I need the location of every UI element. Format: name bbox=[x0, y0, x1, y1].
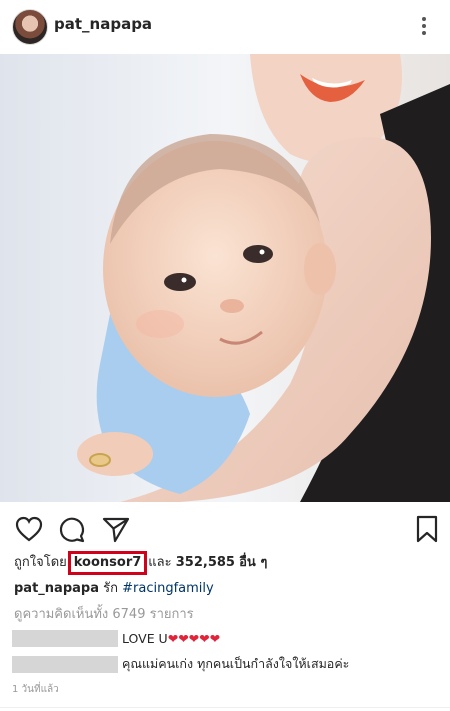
caption: pat_napapa รัก #racingfamily bbox=[14, 577, 214, 598]
more-vertical-icon[interactable] bbox=[412, 12, 436, 40]
share-icon[interactable] bbox=[101, 514, 131, 544]
caption-hashtag[interactable]: #racingfamily bbox=[122, 581, 214, 596]
liker-username[interactable]: koonsor7 bbox=[67, 551, 148, 575]
bookmark-icon[interactable] bbox=[412, 514, 442, 544]
likes-suffix: อื่น ๆ bbox=[239, 555, 268, 570]
comment-text: LOVE U bbox=[122, 630, 168, 646]
post-username[interactable]: pat_napapa bbox=[54, 15, 152, 33]
comment-icon[interactable] bbox=[57, 514, 87, 544]
comment-text: คุณแม่คนเก่ง ทุกคนเป็นกำลังใจให้เสมอค่ะ bbox=[122, 656, 350, 671]
likes-middle: และ bbox=[148, 555, 172, 570]
avatar[interactable] bbox=[12, 9, 48, 45]
divider bbox=[0, 707, 450, 708]
post-header: pat_napapa bbox=[0, 0, 450, 52]
caption-text: รัก bbox=[103, 581, 118, 596]
likes-count[interactable]: 352,585 bbox=[176, 555, 235, 570]
likes-prefix: ถูกใจโดย bbox=[14, 555, 67, 570]
caption-username[interactable]: pat_napapa bbox=[14, 581, 99, 596]
post-timestamp: 1 วันที่แล้ว bbox=[12, 684, 59, 695]
post-photo[interactable] bbox=[0, 54, 450, 502]
comment-row: คุณแม่คนเก่ง ทุกคนเป็นกำลังใจให้เสมอค่ะ bbox=[12, 655, 349, 673]
heart-icon[interactable] bbox=[14, 514, 44, 544]
likes-line[interactable]: ถูกใจโดย koonsor7 และ 352,585 อื่น ๆ bbox=[14, 551, 267, 575]
action-bar bbox=[0, 510, 450, 550]
comment-row: LOVE U ❤❤❤❤❤ bbox=[12, 629, 220, 647]
view-all-comments-link[interactable]: ดูความคิดเห็นทั้ง 6749 รายการ bbox=[14, 603, 194, 624]
baby-photo-image bbox=[0, 54, 450, 502]
redacted-username bbox=[12, 655, 118, 673]
hearts-emoji: ❤❤❤❤❤ bbox=[167, 630, 221, 646]
redacted-username bbox=[12, 629, 118, 647]
